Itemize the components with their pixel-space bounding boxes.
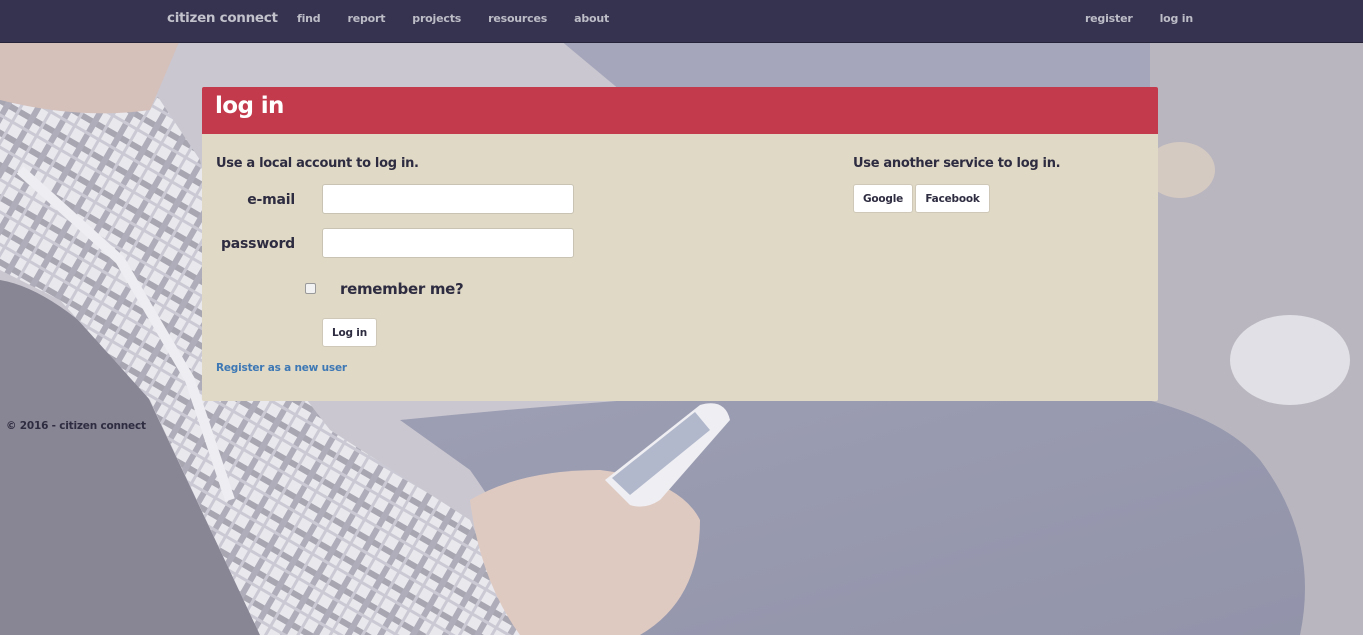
google-login-button[interactable]: Google xyxy=(853,184,913,213)
password-label: password xyxy=(220,236,295,252)
login-panel: log in Use a local account to log in. e-… xyxy=(202,87,1158,401)
nav-link-projects[interactable]: projects xyxy=(412,12,461,25)
password-field[interactable] xyxy=(322,228,574,258)
account-nav: register log in xyxy=(1058,12,1193,25)
local-login-heading: Use a local account to log in. xyxy=(216,156,419,171)
login-panel-header: log in xyxy=(202,87,1158,134)
page-title: log in xyxy=(215,93,284,119)
top-navbar: citizen connect find report projects res… xyxy=(0,0,1363,43)
remember-me-checkbox[interactable] xyxy=(305,283,316,294)
external-login-heading: Use another service to log in. xyxy=(853,156,1061,171)
nav-link-register[interactable]: register xyxy=(1085,12,1133,25)
email-label: e-mail xyxy=(247,192,295,208)
main-nav: find report projects resources about xyxy=(297,12,636,25)
remember-me-label: remember me? xyxy=(340,280,464,298)
nav-link-resources[interactable]: resources xyxy=(488,12,547,25)
facebook-login-button[interactable]: Facebook xyxy=(915,184,990,213)
nav-link-about[interactable]: about xyxy=(574,12,609,25)
nav-link-report[interactable]: report xyxy=(347,12,385,25)
login-submit-button[interactable]: Log in xyxy=(322,318,377,347)
email-field[interactable] xyxy=(322,184,574,214)
nav-link-find[interactable]: find xyxy=(297,12,321,25)
brand-link[interactable]: citizen connect xyxy=(167,10,278,26)
footer-copyright: © 2016 - citizen connect xyxy=(6,420,146,432)
register-new-user-link[interactable]: Register as a new user xyxy=(216,362,347,374)
nav-link-login[interactable]: log in xyxy=(1160,12,1194,25)
